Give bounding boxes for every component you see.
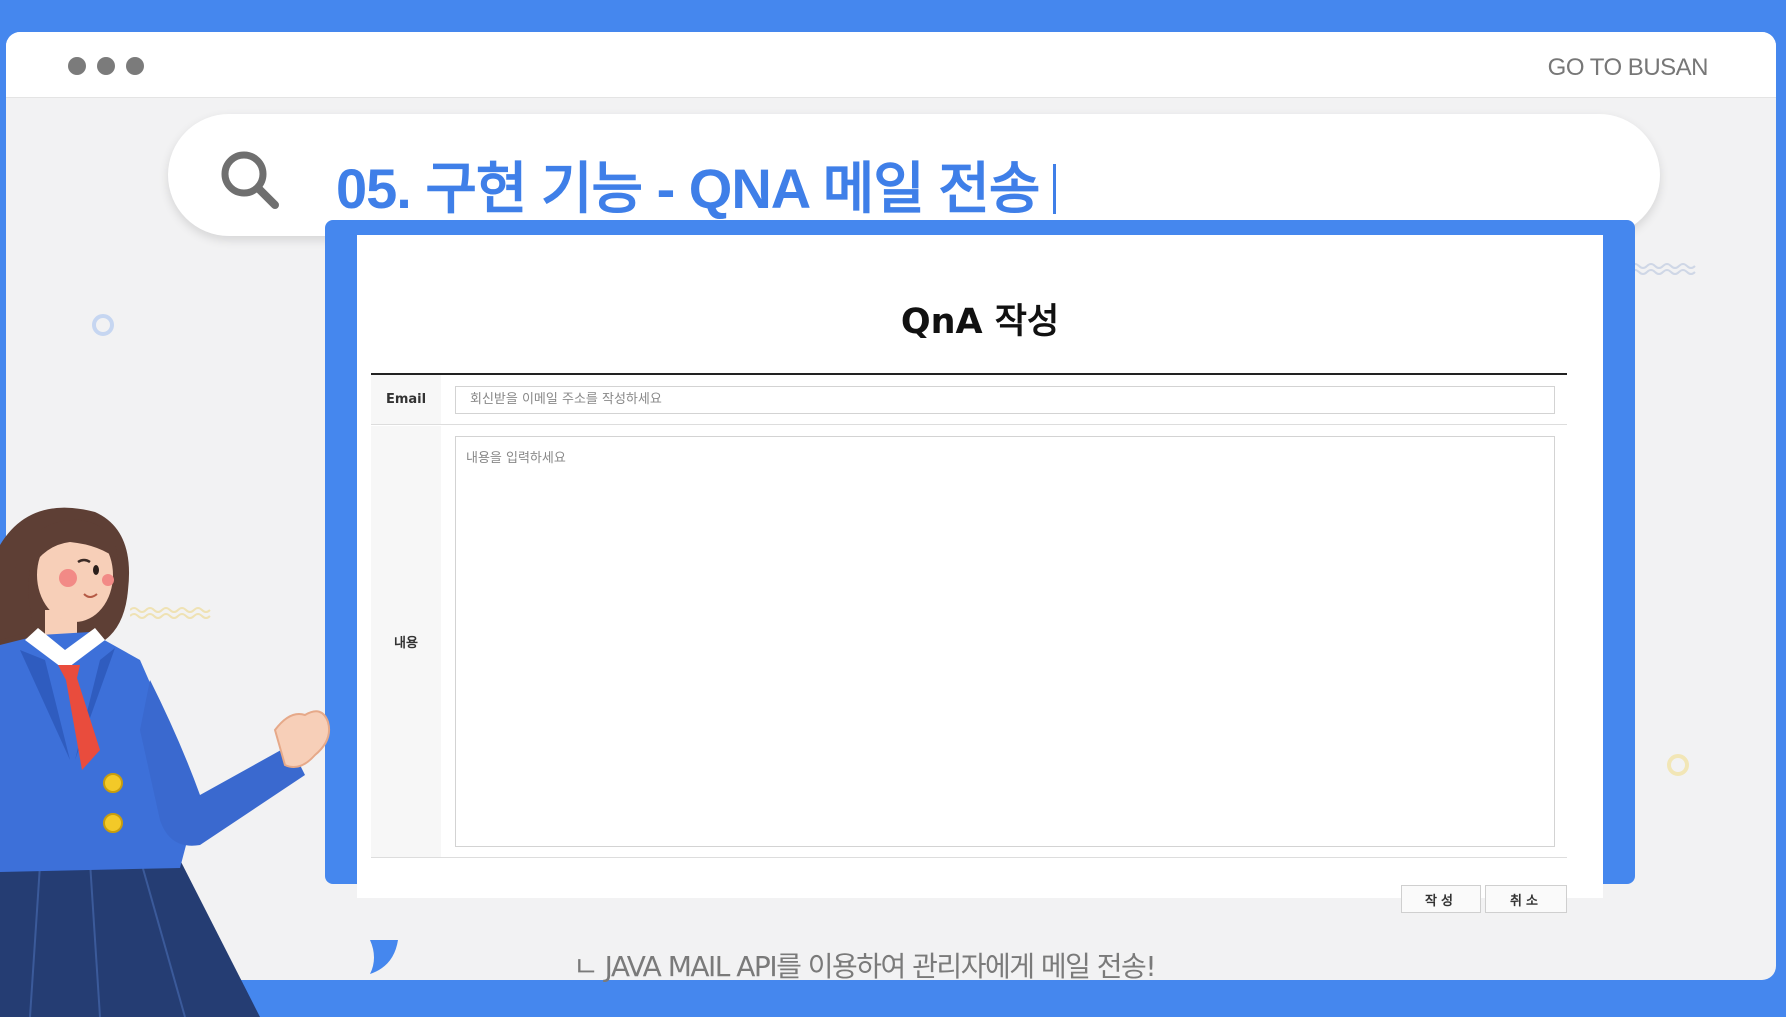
content-row: 내용 내용을 입력하세요 [371,426,1567,858]
email-row: Email 회신받을 이메일 주소를 작성하세요 [371,375,1567,425]
email-label: Email [371,375,441,424]
window-dot-1[interactable] [68,57,86,75]
ring-decoration [92,314,114,336]
text-caret [1053,164,1057,214]
search-bar[interactable]: 05. 구현 기능 - QNA 메일 전송 [168,114,1660,236]
submit-button[interactable]: 작성 [1401,885,1481,913]
ring-decoration [1667,754,1689,776]
brand-label: GO TO BUSAN [1547,54,1709,81]
page-title: 05. 구현 기능 - QNA 메일 전송 [336,144,1057,225]
cancel-button[interactable]: 취소 [1485,885,1567,913]
content-label: 내용 [371,426,441,857]
title-bar: GO TO BUSAN [6,32,1776,98]
window-dot-2[interactable] [97,57,115,75]
window-dot-3[interactable] [126,57,144,75]
speech-tail [370,940,398,974]
search-icon [221,151,279,209]
form-title: QnA 작성 [900,302,1060,342]
student-illustration [0,507,331,1017]
wave-decoration [1631,263,1696,275]
caption-text: ㄴ JAVA MAIL API를 이용하여 관리자에게 메일 전송! [573,950,1157,983]
email-input[interactable]: 회신받을 이메일 주소를 작성하세요 [455,386,1555,414]
content-textarea[interactable]: 내용을 입력하세요 [455,436,1555,847]
qna-form-screen: QnA 작성 Email 회신받을 이메일 주소를 작성하세요 내용 내용을 입… [357,235,1603,913]
